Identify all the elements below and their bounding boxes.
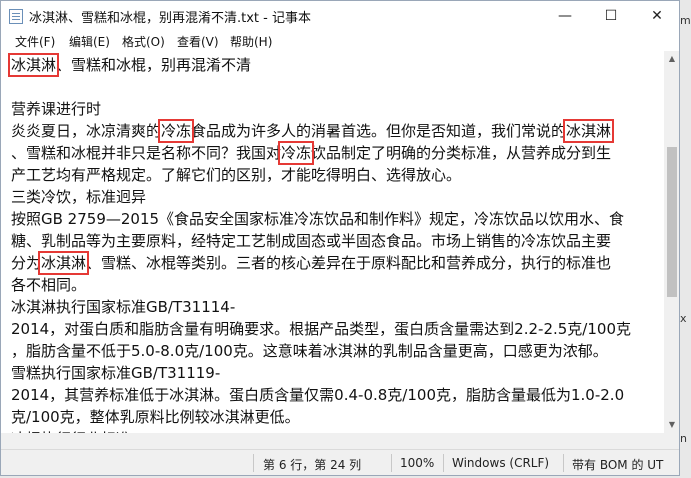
encoding: 带有 BOM 的 UT: [572, 458, 664, 472]
text-line: 分为冰淇淋、雪糕、冰棍等类别。三者的核心差异在于原料配比和营养成分，执行的标准也: [11, 251, 612, 275]
text-run: 饮品制定了明确的分类标准，从营养成分到生: [311, 144, 612, 162]
text-line: 雪糕执行国家标准GB/T31119-: [11, 362, 220, 384]
status-divider: [253, 454, 254, 472]
text-line: 克/100克，整体乳原料比例较冰淇淋更低。: [11, 406, 300, 428]
close-button[interactable]: ✕: [634, 1, 679, 31]
text-run: ，脂肪含量不低于5.0-8.0克/100克。这意味着冰淇淋的乳制品含量更高，口感…: [11, 342, 608, 360]
edge-text-bottom: n: [680, 432, 687, 445]
text-line: 糖、乳制品等为主要原料，经特定工艺制成固态或半固态食品。市场上销售的冷冻饮品主要: [11, 230, 611, 252]
text-run: 糖、乳制品等为主要原料，经特定工艺制成固态或半固态食品。市场上销售的冷冻饮品主要: [11, 232, 612, 250]
text-line: 各不相同。: [11, 274, 86, 296]
cursor-position: 第 6 行，第 24 列: [263, 458, 362, 472]
text-run: 炎炎夏日，冰凉清爽的: [11, 122, 162, 140]
zoom-level: 100%: [400, 456, 435, 470]
status-bar: 第 6 行，第 24 列 100% Windows (CRLF) 带有 BOM …: [1, 449, 679, 475]
status-divider: [563, 454, 564, 472]
menu-file[interactable]: 文件(F): [15, 33, 55, 50]
menu-edit[interactable]: 编辑(E): [69, 33, 110, 50]
notepad-window: 冰淇淋、雪糕和冰棍，别再混淆不清.txt - 记事本 — ☐ ✕ 文件(F) 编…: [0, 0, 680, 476]
text-run: 、雪糕和冰棍并非只是名称不同？我国对: [11, 144, 282, 162]
window-title: 冰淇淋、雪糕和冰棍，别再混淆不清.txt - 记事本: [29, 11, 311, 26]
text-run: 冰淇淋执行国家标准GB/T31114-: [11, 298, 236, 316]
text-run: 克/100克，整体乳原料比例较冰淇淋更低。: [11, 408, 300, 426]
notepad-icon: [9, 9, 23, 24]
status-divider: [391, 454, 392, 472]
text-line: 炎炎夏日，冰凉清爽的冷冻食品成为许多人的消暑首选。但你是否知道，我们常说的冰淇淋: [11, 119, 615, 143]
text-line: 2014，其营养标准低于冰淇淋。蛋白质含量仅需0.4-0.8克/100克，脂肪含…: [11, 384, 624, 406]
scroll-up-icon[interactable]: ▲: [664, 51, 679, 67]
menu-bar: 文件(F) 编辑(E) 格式(O) 查看(V) 帮助(H): [1, 31, 679, 51]
highlighted-term: 冰淇淋: [563, 119, 615, 143]
text-line: ，脂肪含量不低于5.0-8.0克/100克。这意味着冰淇淋的乳制品含量更高，口感…: [11, 340, 608, 362]
text-line: 产工艺均有严格规定。了解它们的区别，才能吃得明白、选得放心。: [11, 164, 461, 186]
text-run: 食品成为许多人的消暑首选。但你是否知道，我们常说的: [191, 122, 567, 140]
status-divider: [443, 454, 444, 472]
text-run: 雪糕执行国家标准GB/T31119-: [11, 364, 221, 382]
scroll-down-icon[interactable]: ▼: [664, 417, 679, 433]
text-line: 2014，对蛋白质和脂肪含量有明确要求。根据产品类型，蛋白质含量需达到2.2-2…: [11, 318, 631, 340]
background-window-edge: m x n: [680, 0, 691, 478]
vertical-scrollbar[interactable]: ▲ ▼: [664, 51, 679, 449]
text-line: 营养课进行时: [11, 98, 101, 120]
highlighted-term: 冰淇淋: [38, 251, 90, 275]
text-run: 各不相同。: [11, 276, 87, 294]
line-ending: Windows (CRLF): [452, 456, 550, 470]
text-run: 、雪糕和冰棍，别再混淆不清: [56, 56, 252, 74]
text-run: 三类冷饮，标准迥异: [11, 188, 147, 206]
text-run: 2014，其营养标准低于冰淇淋。蛋白质含量仅需0.4-0.8克/100克，脂肪含…: [11, 386, 625, 404]
edge-text-top: m: [680, 14, 691, 27]
maximize-button[interactable]: ☐: [588, 1, 634, 31]
title-bar[interactable]: 冰淇淋、雪糕和冰棍，别再混淆不清.txt - 记事本 — ☐ ✕: [1, 1, 679, 31]
text-run: 分为: [11, 254, 42, 272]
menu-format[interactable]: 格式(O): [122, 33, 165, 50]
text-editor-area[interactable]: 冰淇淋、雪糕和冰棍，别再混淆不清 营养课进行时 炎炎夏日，冰凉清爽的冷冻食品成为许多…: [1, 51, 664, 449]
edge-text-mid: x: [680, 312, 687, 325]
text-line: 、雪糕和冰棍并非只是名称不同？我国对冷冻饮品制定了明确的分类标准，从营养成分到生: [11, 141, 612, 165]
text-line: 冰淇淋、雪糕和冰棍，别再混淆不清: [7, 53, 252, 77]
minimize-button[interactable]: —: [542, 1, 588, 31]
highlighted-term: 冷冻: [278, 141, 315, 165]
menu-view[interactable]: 查看(V): [177, 33, 219, 50]
scrollbar-thumb[interactable]: [667, 147, 677, 297]
menu-help[interactable]: 帮助(H): [230, 33, 272, 50]
text-run: 按照GB 2759—2015《食品安全国家标准冷冻饮品和制作料》规定，冷冻饮品以…: [11, 210, 625, 228]
text-line: 冰淇淋执行国家标准GB/T31114-: [11, 296, 235, 318]
text-run: 产工艺均有严格规定。了解它们的区别，才能吃得明白、选得放心。: [11, 166, 462, 184]
text-line: 按照GB 2759—2015《食品安全国家标准冷冻饮品和制作料》规定，冷冻饮品以…: [11, 208, 624, 230]
text-run: 营养课进行时: [11, 100, 102, 118]
horizontal-scrollbar[interactable]: [1, 433, 664, 449]
highlighted-term: 冰淇淋: [7, 53, 60, 77]
text-run: 2014，对蛋白质和脂肪含量有明确要求。根据产品类型，蛋白质含量需达到2.2-2…: [11, 320, 631, 338]
highlighted-term: 冷冻: [158, 119, 195, 143]
text-run: 、雪糕、冰棍等类别。三者的核心差异在于原料配比和营养成分，执行的标准也: [86, 254, 612, 272]
text-line: 三类冷饮，标准迥异: [11, 186, 146, 208]
